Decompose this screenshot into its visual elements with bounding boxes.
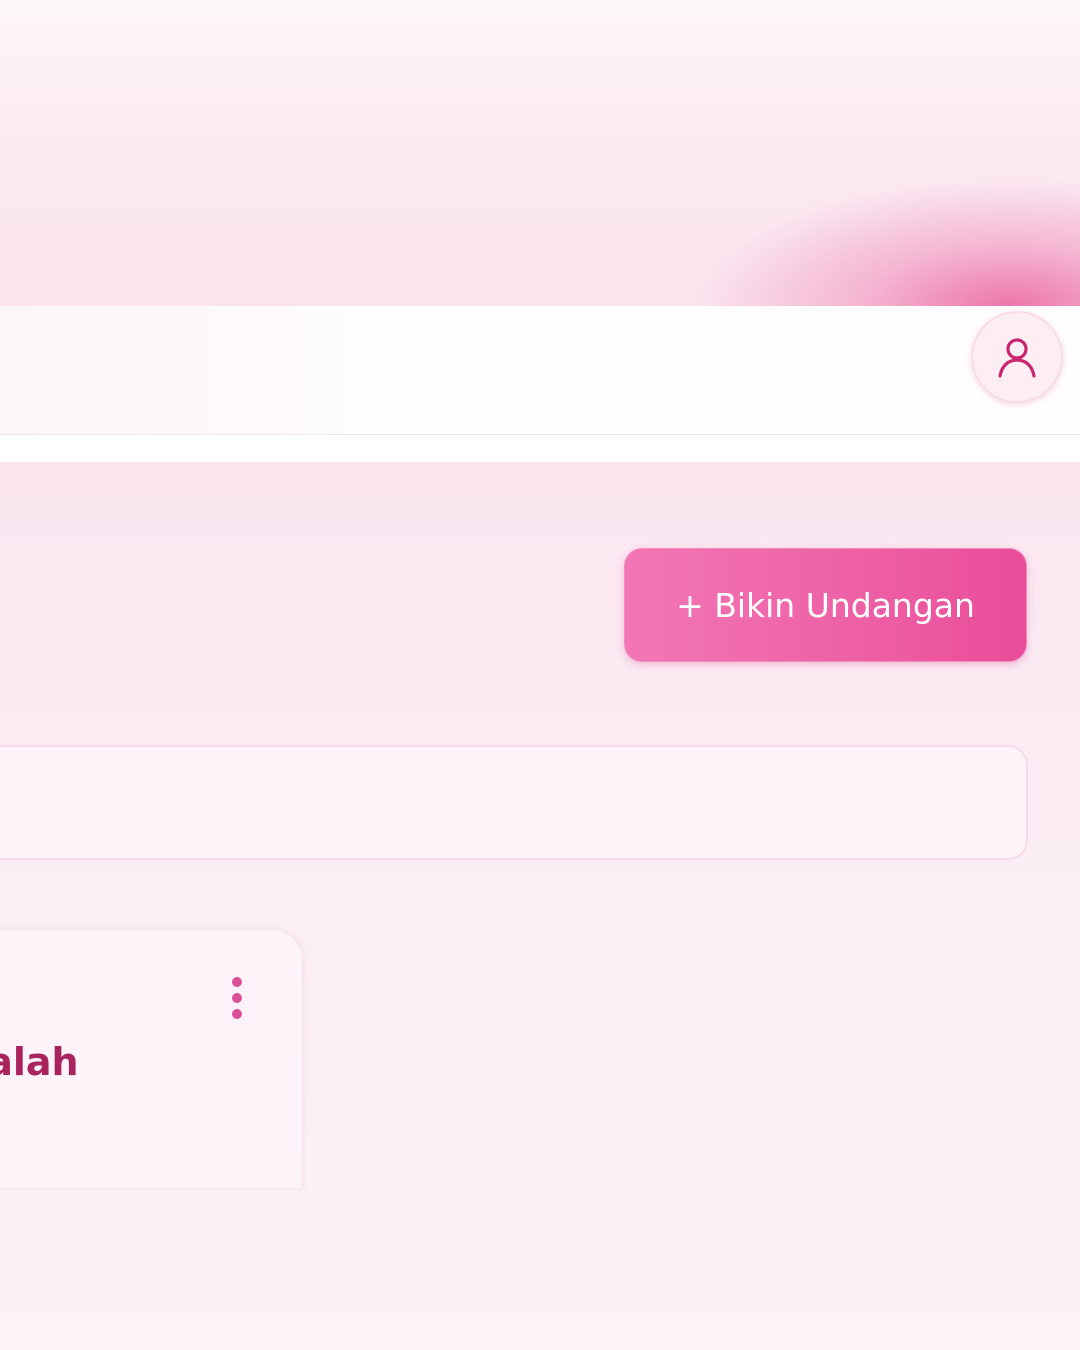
search-input[interactable] — [0, 747, 1026, 858]
top-bar — [0, 306, 1080, 434]
user-icon — [998, 338, 1036, 378]
hero-banner — [0, 0, 1080, 306]
card-title: dalah — [0, 1040, 79, 1084]
top-bar-divider — [0, 434, 1080, 463]
kebab-menu-icon[interactable] — [222, 970, 252, 1026]
invitation-card[interactable]: dalah — [0, 930, 302, 1188]
account-button[interactable] — [971, 311, 1063, 403]
create-invitation-label: + Bikin Undangan — [676, 585, 975, 625]
create-invitation-button[interactable]: + Bikin Undangan — [624, 548, 1027, 662]
search-bar[interactable] — [0, 745, 1028, 860]
